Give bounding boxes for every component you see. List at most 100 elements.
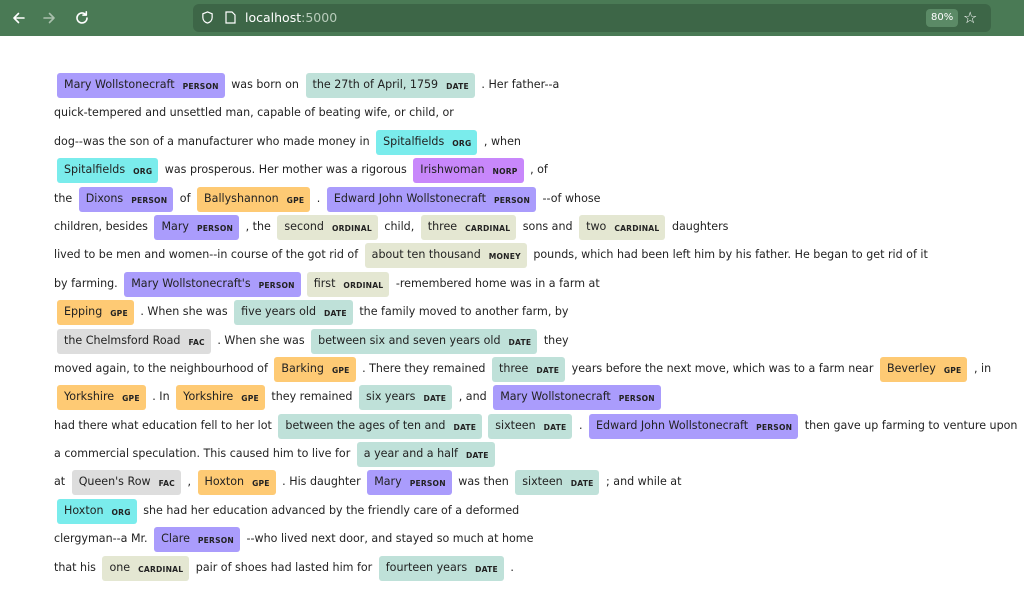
text-line: the Chelmsford Road FAC . When she was be… (54, 327, 984, 355)
text-line: dog--was the son of a manufacturer who m… (54, 128, 984, 156)
text-line: moved again, to the neighbourhood of Bar… (54, 355, 991, 383)
entity-person: Clare PERSON (154, 527, 240, 553)
text-span: a commercial speculation. This caused hi… (54, 447, 354, 461)
text-line: that his one CARDINAL pair of shoes had l… (54, 554, 984, 582)
text-span: at (54, 475, 69, 489)
entity-date: six years DATE (358, 385, 453, 411)
entity-text: the 27th of April, 1759 (312, 78, 439, 91)
star-icon[interactable]: ☆ (963, 8, 977, 28)
entity-person: Edward John Wollstonecraft PERSON (326, 186, 537, 212)
entity-label: DATE (536, 365, 560, 375)
text-span: lived to be men and women--in course of … (54, 248, 362, 262)
shield-icon[interactable] (201, 11, 214, 24)
entity-text: Barking (281, 361, 324, 375)
text-span: , and (455, 390, 491, 404)
entity-text: first (313, 276, 336, 290)
entity-label: CARDINAL (138, 564, 184, 574)
entity-text: between the ages of ten and (285, 418, 446, 432)
text-span: had there what education fell to her lot (54, 418, 276, 432)
entity-text: Irishwoman (420, 163, 485, 177)
entity-person: Mary PERSON (154, 214, 240, 240)
entity-label: DATE (508, 337, 532, 347)
entity-label: GPE (331, 365, 350, 375)
text-line: children, besides Mary PERSON , the secon… (54, 213, 984, 241)
entity-cardinal: one CARDINAL (102, 555, 190, 581)
text-span: . (575, 418, 587, 432)
text-line: Yorkshire GPE . In Yorkshire GPE they rema… (54, 383, 984, 411)
text-span: dog--was the son of a manufacturer who m… (54, 134, 374, 148)
entity-person: Mary Wollstonecraft's PERSON (124, 271, 301, 297)
text-line: Epping GPE . When she was five years old D… (54, 298, 984, 326)
entity-fac: Queen's Row FAC (71, 470, 181, 496)
entity-date: three DATE (491, 356, 566, 382)
entity-label: PERSON (493, 195, 531, 205)
entity-label: PERSON (182, 82, 219, 91)
text-line: quick-tempered and unsettled man, capabl… (54, 99, 984, 127)
entity-gpe: Beverley GPE (879, 356, 968, 382)
text-span: she had her education advanced by the fr… (139, 503, 520, 517)
entity-label: PERSON (131, 195, 168, 205)
entity-text: Spitalfields (383, 134, 445, 148)
text-span: pounds, which had been left him by his f… (529, 248, 928, 262)
entity-label: DATE (453, 422, 477, 432)
entity-text: Spitalfields (64, 163, 126, 177)
entity-text: the Chelmsford Road (64, 333, 181, 347)
text-span: they remained (267, 390, 356, 404)
entity-text: one (109, 560, 131, 574)
entity-label: DATE (423, 394, 447, 404)
entity-ordinal: first ORDINAL (306, 271, 390, 297)
text-line: a commercial speculation. This caused hi… (54, 440, 984, 468)
entity-ordinal: second ORDINAL (277, 214, 378, 240)
arrow-right-icon[interactable] (38, 7, 60, 29)
text-span: by farming. (54, 276, 122, 290)
entity-text: between six and seven years old (318, 333, 501, 347)
entity-label: CARDINAL (614, 223, 660, 233)
text-line: had there what education fell to her lot… (54, 412, 1017, 440)
text-span: they (540, 333, 569, 347)
entity-date: five years old DATE (234, 300, 353, 326)
entity-label: DATE (570, 479, 594, 489)
text-span: , the (242, 219, 275, 233)
text-span: --who lived next door, and stayed so muc… (243, 532, 534, 546)
text-line: Hoxton ORG she had her education advanced… (54, 497, 984, 525)
entity-text: a year and a half (363, 447, 458, 461)
text-span: was prosperous. Her mother was a rigorou… (161, 163, 411, 177)
text-span: that his (54, 560, 100, 574)
text-line: by farming. Mary Wollstonecraft's PERSON f… (54, 270, 984, 298)
entity-gpe: Barking GPE (274, 356, 356, 382)
entity-text: Queen's Row (78, 475, 151, 489)
zoom-level-badge[interactable]: 80% (926, 9, 959, 27)
entity-date: sixteen DATE (488, 413, 573, 439)
entity-text: Mary Wollstonecraft (64, 78, 175, 91)
entity-label: PERSON (196, 223, 234, 233)
text-span: daughters (668, 219, 729, 233)
text-span: then gave up farming to venture upon (801, 418, 1018, 432)
text-span: the (54, 191, 76, 205)
entity-person: Mary Wollstonecraft PERSON (57, 73, 225, 98)
entity-text: Edward John Wollstonecraft (333, 191, 486, 205)
entity-document: Mary Wollstonecraft PERSON was born on th… (54, 71, 1017, 582)
arrow-left-icon[interactable] (8, 7, 30, 29)
entity-text: Ballyshannon (204, 191, 279, 205)
text-span: -remembered home was in a farm at (392, 276, 600, 290)
entity-label: GPE (252, 479, 270, 489)
entity-label: PERSON (618, 394, 655, 404)
address-bar[interactable]: localhost:5000 80% ☆ (193, 4, 991, 32)
entity-fac: the Chelmsford Road FAC (57, 328, 211, 354)
entity-date: between six and seven years old DATE (311, 328, 538, 354)
entity-date: a year and a half DATE (356, 442, 495, 468)
entity-text: second (284, 219, 324, 233)
text-span: the family moved to another farm, by (355, 305, 569, 319)
entity-person: Dixons PERSON (78, 186, 174, 212)
reload-icon[interactable] (71, 7, 93, 29)
entity-text: two (586, 219, 607, 233)
entity-label: FAC (158, 479, 175, 489)
text-span: --of whose (539, 191, 601, 205)
entity-text: three (427, 219, 458, 233)
url-text[interactable]: localhost:5000 (245, 10, 337, 26)
entity-label: DATE (475, 564, 498, 574)
url-host: localhost (245, 10, 302, 25)
entity-text: six years (365, 390, 416, 404)
text-span: . (506, 560, 514, 574)
text-span: ; and while at (602, 475, 682, 489)
